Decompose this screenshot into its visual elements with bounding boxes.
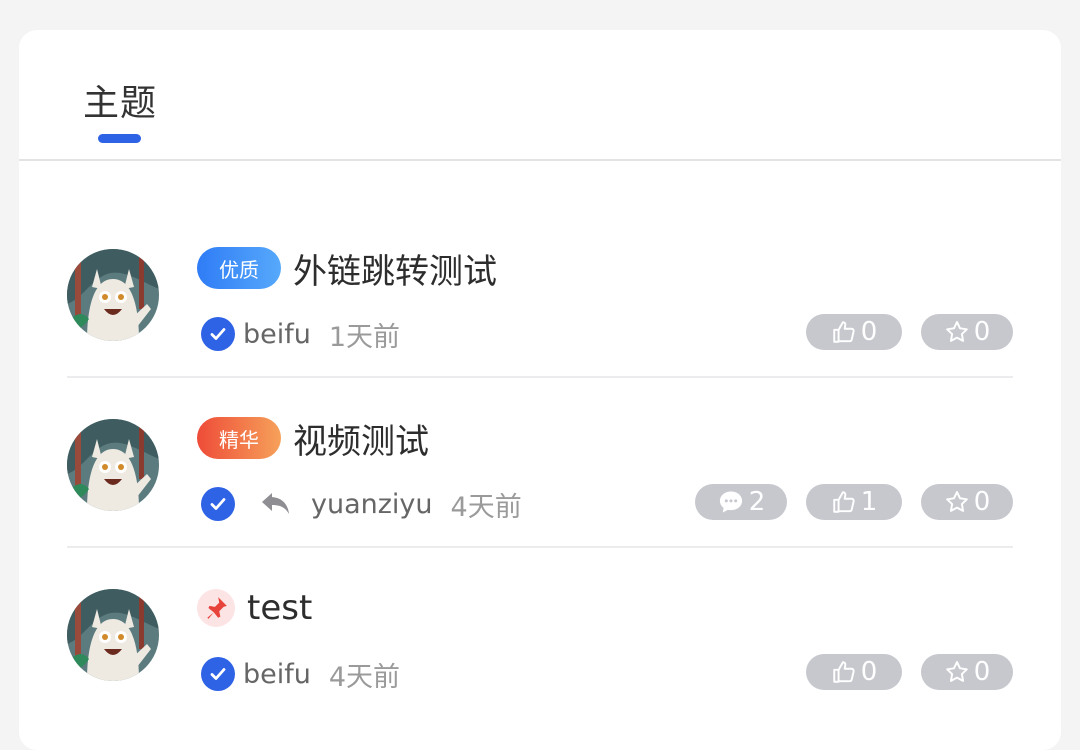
post-item[interactable]: 精华 视频测试 yuanziyu 4天前 2 1 0 — [67, 376, 1013, 548]
verified-icon — [201, 317, 235, 351]
favorite-count: 0 — [973, 657, 991, 687]
post-item[interactable]: test beifu 4天前 0 0 — [67, 546, 1013, 716]
comment-count: 2 — [748, 487, 766, 517]
post-time: 4天前 — [450, 491, 522, 523]
comment-button[interactable]: 2 — [695, 484, 787, 520]
thumbs-up-icon — [831, 659, 857, 685]
quality-tag: 优质 — [197, 247, 281, 289]
star-icon — [944, 489, 970, 515]
post-time: 4天前 — [328, 661, 401, 693]
like-button[interactable]: 0 — [806, 654, 902, 690]
like-count: 1 — [860, 487, 878, 517]
avatar[interactable] — [67, 589, 159, 681]
like-count: 0 — [860, 657, 878, 687]
author-name[interactable]: yuanziyu — [311, 489, 433, 520]
author-name[interactable]: beifu — [243, 319, 311, 350]
active-tab-indicator — [98, 134, 141, 143]
post-title[interactable]: 视频测试 — [293, 414, 429, 463]
star-icon — [944, 319, 970, 345]
verified-icon — [201, 487, 235, 521]
thumbs-up-icon — [831, 489, 857, 515]
like-button[interactable]: 0 — [806, 314, 902, 350]
favorite-button[interactable]: 0 — [921, 314, 1013, 350]
comment-icon — [717, 488, 745, 516]
post-time: 1天前 — [328, 321, 401, 353]
favorite-button[interactable]: 0 — [921, 654, 1013, 690]
author-name[interactable]: beifu — [243, 659, 311, 690]
avatar[interactable] — [67, 249, 159, 341]
favorite-button[interactable]: 0 — [921, 484, 1013, 520]
like-button[interactable]: 1 — [806, 484, 902, 520]
favorite-count: 0 — [973, 317, 991, 347]
star-icon — [944, 659, 970, 685]
essence-tag: 精华 — [197, 417, 281, 459]
verified-icon — [201, 657, 235, 691]
pin-icon — [197, 589, 235, 627]
post-item[interactable]: 优质 外链跳转测试 beifu 1天前 0 0 — [67, 206, 1013, 378]
favorite-count: 0 — [973, 487, 991, 517]
tab-topics[interactable]: 主题 — [83, 74, 157, 126]
like-count: 0 — [860, 317, 878, 347]
thumbs-up-icon — [831, 319, 857, 345]
post-title[interactable]: 外链跳转测试 — [293, 244, 497, 293]
tab-bar: 主题 — [19, 30, 1061, 161]
topic-card: 主题 优质 外链跳转测试 beifu 1天前 0 0 精华 视频测试 yuanz… — [19, 30, 1061, 750]
post-title[interactable]: test — [247, 588, 312, 628]
avatar[interactable] — [67, 419, 159, 511]
reply-icon — [259, 489, 293, 519]
